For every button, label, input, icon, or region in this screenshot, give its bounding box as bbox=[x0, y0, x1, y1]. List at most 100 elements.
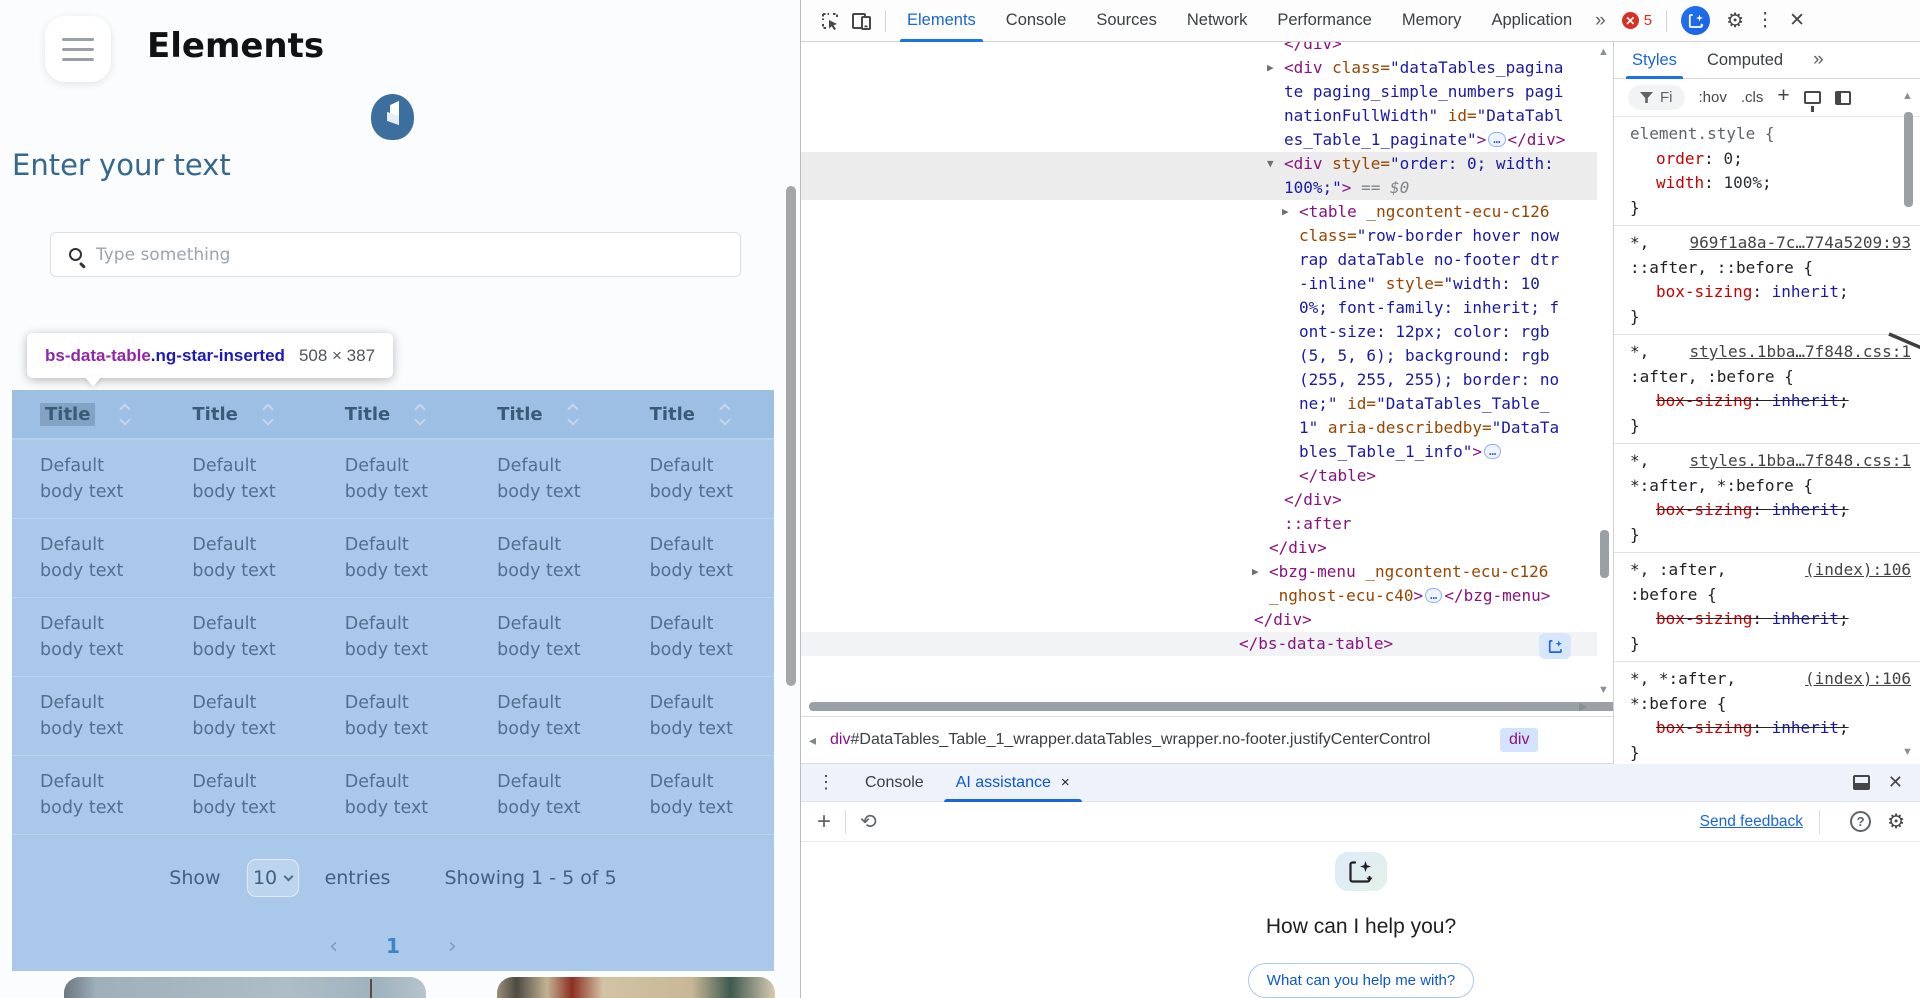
css-rule[interactable]: *,styles.1bba…7f848.css:1:after, :before… bbox=[1614, 335, 1920, 444]
ai-assistant-row-badge[interactable] bbox=[1539, 633, 1571, 659]
paint-format-icon[interactable] bbox=[1804, 91, 1821, 104]
dom-tree-node[interactable]: ▶<div class="dataTables_paginate paging_… bbox=[801, 56, 1597, 152]
expand-ellipsis-badge[interactable]: … bbox=[1488, 132, 1505, 147]
dom-tree-node[interactable]: ▶<bzg-menu _ngcontent-ecu-c126 _nghost-e… bbox=[801, 560, 1597, 608]
sort-icon[interactable] bbox=[416, 405, 424, 424]
close-devtools-icon[interactable]: ✕ bbox=[1778, 9, 1816, 32]
drawer-menu-icon[interactable]: ⋮ bbox=[801, 772, 849, 793]
dom-tree-node[interactable]: ::after bbox=[801, 512, 1597, 536]
rule-source-link[interactable]: (index):106 bbox=[1805, 558, 1911, 583]
styles-tab-styles[interactable]: Styles bbox=[1632, 42, 1677, 79]
devtools-tab-network[interactable]: Network bbox=[1172, 0, 1263, 42]
photo-thumbnail-left[interactable] bbox=[64, 977, 426, 998]
sort-icon[interactable] bbox=[121, 405, 129, 424]
styles-vertical-scrollbar[interactable] bbox=[1904, 112, 1913, 207]
devtools-tab-sources[interactable]: Sources bbox=[1081, 0, 1172, 42]
dom-tree-node[interactable]: </table> bbox=[801, 464, 1597, 488]
pagination-prev-button[interactable]: ‹ bbox=[329, 934, 338, 959]
css-property[interactable]: box-sizing: inherit; bbox=[1630, 280, 1911, 305]
dom-tree-node[interactable]: ▶<table _ngcontent-ecu-c126 class="row-b… bbox=[801, 200, 1597, 464]
devtools-tab-memory[interactable]: Memory bbox=[1387, 0, 1477, 42]
column-header[interactable]: Title bbox=[317, 404, 469, 425]
twisty-expanded-icon[interactable]: ▼ bbox=[1267, 152, 1274, 176]
pagination-current-page[interactable]: 1 bbox=[386, 934, 400, 958]
dock-sidebar-icon[interactable] bbox=[1835, 91, 1851, 105]
css-rule[interactable]: *,969f1a8a-7c…774a5209:93::after, ::befo… bbox=[1614, 226, 1920, 335]
scroll-down-icon[interactable]: ▼ bbox=[1902, 746, 1913, 758]
dom-tree-node[interactable]: </div> bbox=[801, 608, 1597, 632]
page-size-select[interactable]: 10 bbox=[247, 859, 299, 897]
dom-tree-node[interactable]: ▼<div style="order: 0; width: 100%;"> ==… bbox=[801, 152, 1597, 200]
twisty-collapsed-icon[interactable]: ▶ bbox=[1282, 200, 1289, 224]
scroll-down-icon[interactable]: ▼ bbox=[1598, 684, 1609, 696]
scroll-up-icon[interactable]: ▲ bbox=[1598, 46, 1609, 58]
rule-source-link[interactable]: styles.1bba…7f848.css:1 bbox=[1689, 449, 1911, 474]
pagination-next-button[interactable]: › bbox=[448, 934, 457, 959]
dom-vertical-scrollbar[interactable] bbox=[1600, 530, 1609, 578]
close-tab-icon[interactable]: × bbox=[1061, 774, 1070, 791]
settings-gear-icon[interactable]: ⚙ bbox=[1887, 809, 1905, 834]
kebab-menu-icon[interactable]: ⋮ bbox=[1752, 9, 1778, 32]
devtools-tab-application[interactable]: Application bbox=[1476, 0, 1587, 42]
devtools-tab-performance[interactable]: Performance bbox=[1262, 0, 1386, 42]
css-property[interactable]: width: 100%; bbox=[1630, 171, 1911, 196]
tab-console[interactable]: Console bbox=[849, 764, 940, 802]
css-rule[interactable]: *, :after,(index):106:before {box-sizing… bbox=[1614, 553, 1920, 662]
scroll-right-icon[interactable]: ▶ bbox=[1579, 700, 1587, 713]
table-row[interactable]: Default body textDefault body textDefaul… bbox=[12, 598, 774, 677]
expand-ellipsis-badge[interactable]: … bbox=[1484, 444, 1501, 459]
rule-source-link[interactable]: (index):106 bbox=[1805, 667, 1911, 692]
css-rule[interactable]: *,styles.1bba…7f848.css:1*:after, *:befo… bbox=[1614, 444, 1920, 553]
rule-source-link[interactable]: styles.1bba…7f848.css:1 bbox=[1689, 340, 1911, 365]
sort-icon[interactable] bbox=[721, 405, 729, 424]
breadcrumb-node[interactable]: div#DataTables_Table_1_wrapper.dataTable… bbox=[830, 731, 1490, 749]
twisty-collapsed-icon[interactable]: ▶ bbox=[1267, 56, 1274, 80]
toggle-classes-button[interactable]: .cls bbox=[1741, 89, 1764, 106]
sort-icon[interactable] bbox=[264, 405, 272, 424]
dom-tree-node[interactable]: </div> bbox=[801, 488, 1597, 512]
styles-filter-input[interactable]: Fi bbox=[1628, 85, 1685, 110]
ai-suggestion-button[interactable]: What can you help me with? bbox=[1248, 963, 1474, 998]
dom-tree-node[interactable]: </bs-data-table> bbox=[801, 632, 1597, 656]
settings-gear-icon[interactable]: ⚙ bbox=[1718, 8, 1752, 33]
column-header[interactable]: Title bbox=[164, 404, 316, 425]
table-row[interactable]: Default body textDefault body textDefaul… bbox=[12, 756, 774, 835]
tab-ai-assistance[interactable]: AI assistance × bbox=[940, 764, 1086, 802]
table-row[interactable]: Default body textDefault body textDefaul… bbox=[12, 440, 774, 519]
expand-ellipsis-badge[interactable]: … bbox=[1425, 588, 1442, 603]
css-rule[interactable]: element.style {order: 0;width: 100%;} bbox=[1614, 117, 1920, 226]
toggle-hover-state-button[interactable]: :hov bbox=[1699, 89, 1727, 106]
column-header[interactable]: Title bbox=[469, 404, 621, 425]
hamburger-menu-button[interactable] bbox=[45, 16, 111, 82]
rule-source-link[interactable]: 969f1a8a-7c…774a5209:93 bbox=[1689, 231, 1911, 256]
new-style-rule-button[interactable]: + bbox=[1777, 84, 1789, 108]
styles-tab-computed[interactable]: Computed bbox=[1707, 42, 1783, 79]
send-feedback-link[interactable]: Send feedback bbox=[1700, 813, 1803, 831]
css-property[interactable]: box-sizing: inherit; bbox=[1630, 716, 1911, 741]
twisty-collapsed-icon[interactable]: ▶ bbox=[1252, 560, 1259, 584]
breadcrumb-last-crumb[interactable]: div bbox=[1500, 728, 1538, 752]
ai-assistant-button[interactable] bbox=[1681, 6, 1710, 35]
breadcrumb-back-icon[interactable]: ◂ bbox=[801, 732, 830, 749]
device-toolbar-icon[interactable] bbox=[845, 11, 879, 31]
error-badge[interactable]: ✕ 5 bbox=[1622, 12, 1652, 29]
css-property[interactable]: box-sizing: inherit; bbox=[1630, 389, 1911, 414]
page-scrollbar[interactable] bbox=[786, 186, 796, 686]
search-box[interactable] bbox=[50, 232, 741, 277]
sort-icon[interactable] bbox=[569, 405, 577, 424]
css-property[interactable]: box-sizing: inherit; bbox=[1630, 498, 1911, 523]
css-rule[interactable]: *, *:after,(index):106*:before {box-sizi… bbox=[1614, 662, 1920, 764]
history-icon[interactable]: ⟲ bbox=[860, 809, 877, 834]
column-header[interactable]: Title bbox=[622, 404, 774, 425]
dom-tree-node[interactable]: </div> bbox=[801, 536, 1597, 560]
scroll-up-icon[interactable]: ▲ bbox=[1902, 90, 1913, 102]
dock-panel-icon[interactable] bbox=[1853, 775, 1870, 790]
css-property[interactable]: order: 0; bbox=[1630, 147, 1911, 172]
table-row[interactable]: Default body textDefault body textDefaul… bbox=[12, 677, 774, 756]
styles-more-tabs-icon[interactable]: » bbox=[1813, 49, 1824, 71]
devtools-tab-console[interactable]: Console bbox=[991, 0, 1082, 42]
inspect-element-icon[interactable] bbox=[815, 11, 845, 31]
column-header[interactable]: Title bbox=[12, 403, 164, 426]
table-row[interactable]: Default body textDefault body textDefaul… bbox=[12, 519, 774, 598]
new-chat-icon[interactable]: + bbox=[817, 808, 831, 836]
